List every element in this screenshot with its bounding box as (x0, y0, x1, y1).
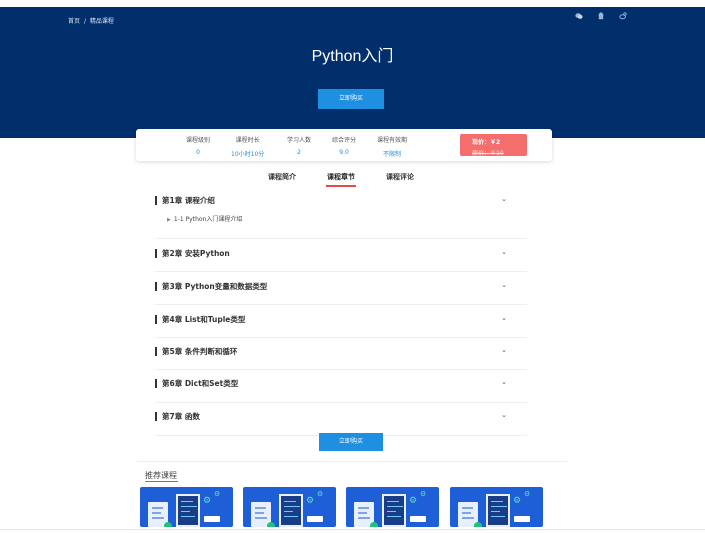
chevron-down-icon[interactable]: ⌄ (501, 411, 507, 419)
stat-validity: 课程有效期 不限制 (377, 135, 407, 158)
gear-icon: ⚙ (524, 490, 531, 498)
heading-underline (145, 481, 178, 482)
chapter-title: 第2章 安装Python (155, 249, 230, 258)
chapter-item[interactable]: 第5章 条件判断和循环 ⌄ (155, 338, 527, 370)
recommended-course-card[interactable]: ⚙ ⚙ (140, 487, 233, 527)
breadcrumb-current[interactable]: 精品课程 (90, 18, 114, 25)
recommended-course-card[interactable]: ⚙ ⚙ (450, 487, 543, 527)
course-stats-card: 课程级别 0 课程时长 10小时10分 学习人数 2 综合评分 9.0 课程有效… (136, 129, 552, 161)
gear-icon: ⚙ (513, 496, 522, 506)
original-price: 原价：￥10 (472, 150, 504, 157)
stat-students: 学习人数 2 (287, 135, 311, 156)
stat-label: 综合评分 (332, 137, 357, 144)
chevron-down-icon[interactable]: ⌄ (501, 248, 507, 256)
chevron-down-icon[interactable]: ⌄ (501, 314, 507, 322)
chevron-down-icon[interactable]: ⌄ (501, 195, 507, 203)
course-hero-banner: 首页 / 精品课程 Python入门 立即购买 (0, 7, 705, 138)
stat-level: 课程级别 0 (186, 135, 210, 156)
chapter-title: 第3章 Python变量和数据类型 (155, 282, 267, 291)
chapter-title: 第7章 函数 (155, 412, 200, 421)
weibo-icon[interactable] (619, 12, 627, 20)
stat-label: 学习人数 (287, 137, 312, 144)
chevron-down-icon[interactable]: ⌄ (501, 346, 507, 354)
stat-value: 9.0 (339, 149, 349, 156)
chapter-title: 第1章 课程介绍 (155, 196, 215, 205)
chevron-down-icon[interactable]: ⌄ (501, 281, 507, 289)
chapter-item[interactable]: 第6章 Dict和Set类型 ⌄ (155, 370, 527, 403)
recommended-courses-heading: 推荐课程 (145, 471, 177, 480)
keyboard-illustration (204, 516, 220, 522)
gear-icon: ⚙ (203, 496, 212, 506)
lesson-title: 1-1 Python入门课程介绍 (173, 216, 243, 223)
qq-icon[interactable] (597, 12, 605, 20)
stat-rating: 综合评分 9.0 (332, 135, 356, 156)
stat-value: 不限制 (383, 151, 402, 158)
breadcrumb-home-link[interactable]: 首页 (68, 18, 80, 25)
code-screen-illustration (382, 494, 406, 527)
tab-comments[interactable]: 课程评论 (386, 172, 414, 182)
stat-value: 0 (196, 149, 200, 156)
course-title: Python入门 (311, 48, 394, 65)
breadcrumb-separator: / (83, 18, 86, 25)
current-price: 现价：￥2 (472, 139, 501, 146)
play-triangle-icon: ▶ (167, 217, 171, 223)
keyboard-illustration (307, 516, 323, 522)
recommended-course-card[interactable]: ⚙ ⚙ (243, 487, 336, 527)
gear-icon: ⚙ (214, 490, 221, 498)
stat-duration: 课程时长 10小时10分 (231, 135, 264, 158)
gear-icon: ⚙ (409, 496, 418, 506)
stat-label: 课程级别 (186, 137, 211, 144)
code-screen-illustration (486, 494, 510, 527)
code-screen-illustration (279, 494, 303, 527)
price-badge: 现价：￥2 原价：￥10 (460, 134, 527, 157)
gear-icon: ⚙ (317, 490, 324, 498)
gear-icon: ⚙ (306, 496, 315, 506)
share-icons (575, 12, 627, 20)
status-dot (267, 522, 275, 527)
stat-label: 课程有效期 (377, 137, 408, 144)
keyboard-illustration (514, 516, 530, 522)
tab-chapters[interactable]: 课程章节 (326, 172, 356, 187)
code-screen-illustration (176, 494, 200, 527)
chapter-item[interactable]: 第7章 函数 ⌄ (155, 403, 527, 436)
page-bottom-border (0, 529, 705, 530)
chapter-title: 第5章 条件判断和循环 (155, 347, 237, 356)
stat-value: 2 (297, 149, 301, 156)
wechat-icon[interactable] (575, 12, 583, 20)
breadcrumb: 首页 / 精品课程 (68, 16, 116, 25)
recommended-course-card[interactable]: ⚙ ⚙ (346, 487, 439, 527)
keyboard-illustration (410, 516, 426, 522)
stat-value: 10小时10分 (231, 151, 265, 158)
chapter-item[interactable]: 第2章 安装Python ⌄ (155, 239, 527, 272)
section-divider (137, 461, 567, 462)
chapter-item[interactable]: 第4章 List和Tuple类型 ⌄ (155, 305, 527, 338)
buy-now-button[interactable]: 立即购买 (318, 89, 384, 109)
chapter-item[interactable]: 第1章 课程介绍 ⌄ ▶ 1-1 Python入门课程介绍 (155, 190, 527, 239)
tab-intro[interactable]: 课程简介 (268, 172, 296, 182)
chevron-down-icon[interactable]: ⌄ (501, 378, 507, 386)
chapter-title: 第6章 Dict和Set类型 (155, 379, 238, 388)
chapter-item[interactable]: 第3章 Python变量和数据类型 ⌄ (155, 272, 527, 305)
course-tabs: 课程简介 课程章节 课程评论 (0, 172, 705, 188)
status-dot (474, 522, 482, 527)
stat-label: 课程时长 (235, 137, 260, 144)
status-dot (164, 522, 172, 527)
chapter-title: 第4章 List和Tuple类型 (155, 315, 245, 324)
lesson-item[interactable]: ▶ 1-1 Python入门课程介绍 (167, 214, 242, 223)
status-dot (370, 522, 378, 527)
gear-icon: ⚙ (420, 490, 427, 498)
bottom-buy-now-button[interactable]: 立即购买 (319, 433, 383, 451)
